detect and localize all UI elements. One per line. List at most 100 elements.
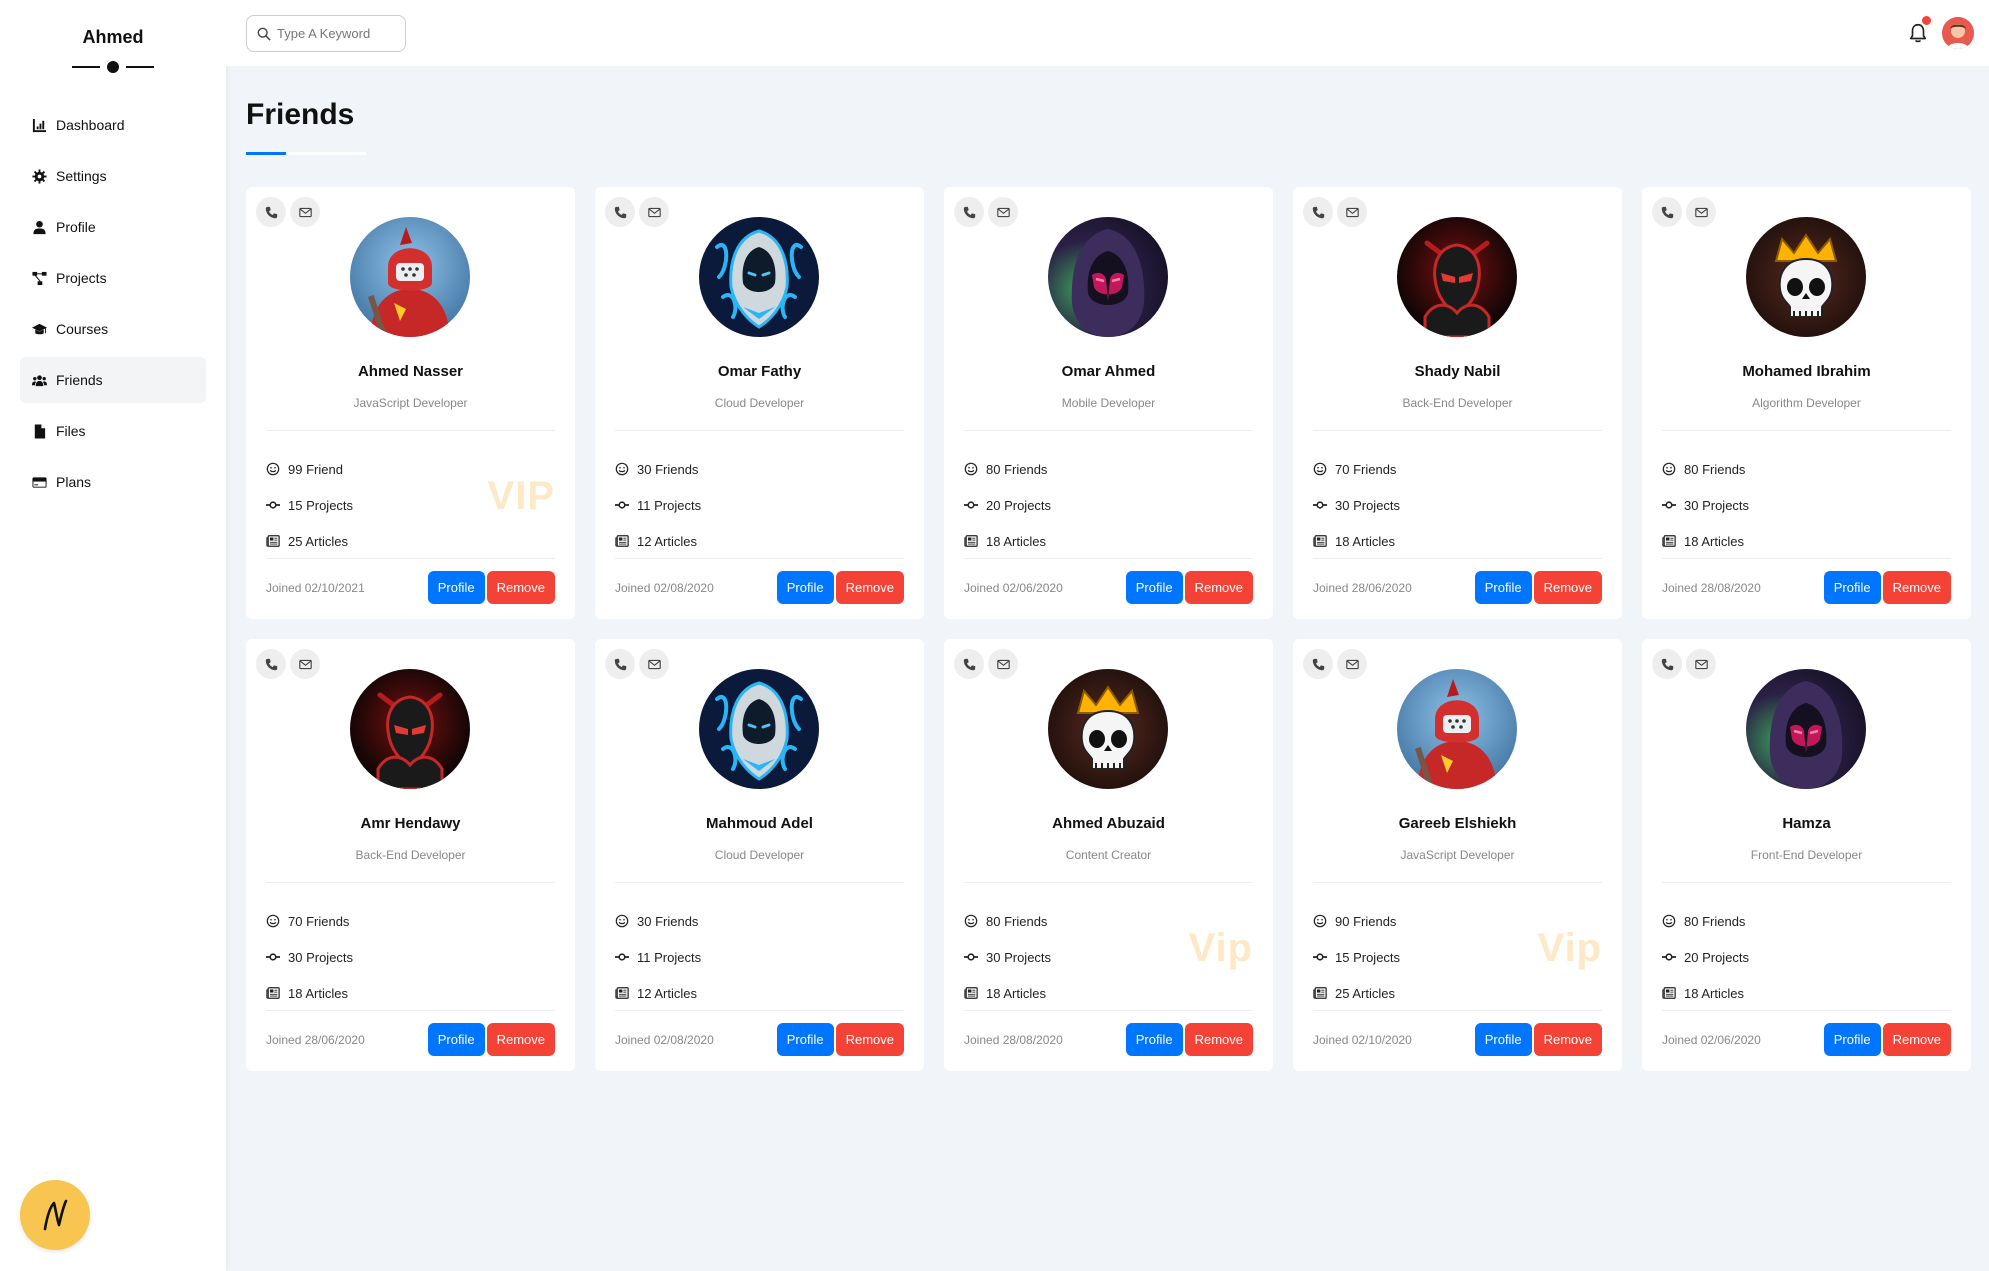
email-button[interactable] (1686, 649, 1716, 679)
app-logo[interactable] (20, 1180, 90, 1250)
divider (266, 558, 555, 559)
email-button[interactable] (988, 649, 1018, 679)
phone-icon (963, 206, 975, 218)
search-input[interactable] (277, 26, 397, 41)
search-box[interactable] (246, 15, 406, 52)
remove-button[interactable]: Remove (1184, 571, 1253, 604)
friend-name: Shady Nabil (1414, 363, 1501, 380)
friend-card-7: Mahmoud Adel Cloud Developer 30 Friends … (595, 639, 924, 1071)
profile-button[interactable]: Profile (427, 1023, 485, 1056)
phone-button[interactable] (256, 649, 286, 679)
contact-actions (1303, 197, 1367, 227)
stat-articles: 18 Articles (266, 975, 353, 1011)
remove-button[interactable]: Remove (1882, 571, 1951, 604)
phone-button[interactable] (605, 197, 635, 227)
search-icon (257, 27, 271, 41)
stat-value: 18 Articles (1684, 533, 1744, 549)
sidebar-item-friends[interactable]: Friends (20, 357, 206, 403)
remove-button[interactable]: Remove (835, 571, 904, 604)
profile-button[interactable]: Profile (1474, 571, 1532, 604)
remove-button[interactable]: Remove (835, 1023, 904, 1056)
email-button[interactable] (1686, 197, 1716, 227)
phone-icon (614, 206, 626, 218)
smile-icon (266, 462, 280, 476)
email-button[interactable] (1337, 197, 1367, 227)
phone-button[interactable] (1303, 649, 1333, 679)
bell-icon (1909, 23, 1927, 43)
sidebar-item-label: Plans (56, 474, 92, 490)
sidebar-item-courses[interactable]: Courses (20, 306, 206, 352)
remove-button[interactable]: Remove (1184, 1023, 1253, 1056)
profile-button[interactable]: Profile (1823, 571, 1881, 604)
stat-value: 20 Projects (1684, 949, 1750, 965)
card-actions: Profile Remove (427, 571, 555, 604)
friend-name: Mahmoud Adel (706, 815, 813, 832)
profile-button[interactable]: Profile (427, 571, 485, 604)
stat-value: 70 Friends (1335, 461, 1397, 477)
email-button[interactable] (639, 649, 669, 679)
remove-button[interactable]: Remove (1533, 571, 1602, 604)
card-actions: Profile Remove (776, 571, 904, 604)
friend-avatar (1397, 669, 1517, 789)
card-actions: Profile Remove (427, 1023, 555, 1056)
stat-articles: 18 Articles (964, 523, 1051, 559)
sidebar-item-projects[interactable]: Projects (20, 255, 206, 301)
graduation-cap-icon (30, 320, 48, 338)
profile-button[interactable]: Profile (1125, 571, 1183, 604)
friend-role: Back-End Developer (1402, 396, 1513, 410)
divider (1313, 882, 1602, 883)
friend-name: Mohamed Ibrahim (1742, 363, 1871, 380)
profile-button[interactable]: Profile (1474, 1023, 1532, 1056)
email-button[interactable] (1337, 649, 1367, 679)
phone-button[interactable] (954, 197, 984, 227)
phone-button[interactable] (605, 649, 635, 679)
sidebar-item-profile[interactable]: Profile (20, 204, 206, 250)
remove-button[interactable]: Remove (1533, 1023, 1602, 1056)
notifications-button[interactable] (1907, 16, 1931, 46)
envelope-icon (647, 659, 661, 669)
stat-articles: 25 Articles (1313, 975, 1400, 1011)
smile-icon (964, 462, 978, 476)
sidebar-item-files[interactable]: Files (20, 408, 206, 454)
stat-friends: 70 Friends (266, 903, 353, 939)
profile-button[interactable]: Profile (776, 571, 834, 604)
newspaper-icon (266, 987, 280, 999)
joined-date: Joined 28/06/2020 (266, 1033, 365, 1047)
stat-value: 12 Articles (637, 985, 697, 1001)
friend-card-4: Shady Nabil Back-End Developer 70 Friend… (1293, 187, 1622, 619)
chart-area-icon (30, 116, 48, 134)
remove-button[interactable]: Remove (486, 1023, 555, 1056)
sidebar-item-settings[interactable]: Settings (20, 153, 206, 199)
email-button[interactable] (290, 197, 320, 227)
email-button[interactable] (988, 197, 1018, 227)
profile-button[interactable]: Profile (776, 1023, 834, 1056)
user-avatar[interactable] (1942, 17, 1974, 49)
sidebar-item-plans[interactable]: Plans (20, 459, 206, 505)
card-actions: Profile Remove (1823, 1023, 1951, 1056)
sidebar: Ahmed Dashboard Settings Profile Project… (0, 0, 226, 1271)
envelope-icon (1345, 659, 1359, 669)
stat-projects: 20 Projects (1662, 939, 1749, 975)
newspaper-icon (964, 987, 978, 999)
remove-button[interactable]: Remove (1882, 1023, 1951, 1056)
remove-button[interactable]: Remove (486, 571, 555, 604)
code-commit-icon (1662, 953, 1676, 961)
friend-name: Ahmed Nasser (357, 363, 464, 380)
phone-button[interactable] (954, 649, 984, 679)
phone-button[interactable] (1652, 197, 1682, 227)
stat-value: 99 Friend (288, 461, 343, 477)
profile-button[interactable]: Profile (1125, 1023, 1183, 1056)
phone-button[interactable] (1652, 649, 1682, 679)
divider (1662, 882, 1951, 883)
newspaper-icon (1662, 987, 1676, 999)
phone-button[interactable] (1303, 197, 1333, 227)
email-button[interactable] (639, 197, 669, 227)
stat-value: 80 Friends (986, 461, 1048, 477)
sidebar-item-dashboard[interactable]: Dashboard (20, 102, 206, 148)
email-button[interactable] (290, 649, 320, 679)
phone-button[interactable] (256, 197, 286, 227)
friend-card-9: Gareeb Elshiekh JavaScript Developer 90 … (1293, 639, 1622, 1071)
envelope-icon (647, 207, 661, 217)
profile-button[interactable]: Profile (1823, 1023, 1881, 1056)
friend-stats: 99 Friend 15 Projects 25 Articles (266, 451, 353, 559)
